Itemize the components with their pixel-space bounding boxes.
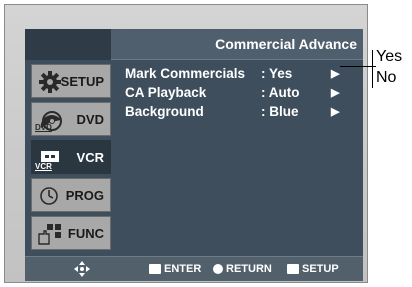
return-icon xyxy=(213,264,223,274)
sidebar-item-label: SETUP xyxy=(60,74,104,89)
sidebar-item-label: FUNC xyxy=(67,226,104,241)
callout-leader-line xyxy=(340,66,376,67)
callout-bracket-line xyxy=(372,50,373,88)
sidebar-item-label: PROG xyxy=(65,188,104,203)
menu-item-value: : Yes xyxy=(261,66,293,81)
callout-option-no: No xyxy=(376,69,397,86)
menu-item-label: CA Playback xyxy=(125,85,207,100)
arrow-right-icon: ▶ xyxy=(331,106,340,118)
title-left-block xyxy=(25,29,111,60)
menu-item-ca-playback[interactable]: CA Playback : Auto ▶ xyxy=(125,85,361,103)
enter-hint: ENTER xyxy=(149,263,201,275)
tv-frame: Commercial Advance SETUP DVD DVD VCR VCR… xyxy=(4,4,368,283)
vcr-badge: VCR xyxy=(35,162,52,171)
enter-label: ENTER xyxy=(164,263,202,275)
sidebar-item-label: DVD xyxy=(76,112,104,127)
menu-item-mark-commercials[interactable]: Mark Commercials : Yes ▶ xyxy=(125,66,361,84)
title-bar: Commercial Advance xyxy=(111,29,363,60)
arrow-right-icon: ▶ xyxy=(331,87,340,99)
menu-item-value: : Blue xyxy=(261,104,299,119)
sidebar: SETUP DVD DVD VCR VCR PROG FUNC xyxy=(25,60,111,256)
return-hint: RETURN xyxy=(213,263,272,275)
setup-label: SETUP xyxy=(302,263,339,275)
menu-item-label: Mark Commercials xyxy=(125,66,246,81)
return-label: RETURN xyxy=(226,263,272,275)
sidebar-item-vcr[interactable]: VCR VCR xyxy=(31,140,111,174)
setup-hint: SETUP xyxy=(287,263,339,275)
enter-icon xyxy=(149,264,161,274)
footer-hints: ENTER RETURN SETUP xyxy=(25,256,363,281)
menu-item-value: : Auto xyxy=(261,85,300,100)
sidebar-item-func[interactable]: FUNC xyxy=(31,216,111,250)
dvd-badge: DVD xyxy=(35,123,52,132)
arrow-right-icon: ▶ xyxy=(331,68,340,80)
page-title: Commercial Advance xyxy=(215,36,357,52)
clock-icon xyxy=(37,184,63,208)
sidebar-item-label: VCR xyxy=(76,150,104,165)
sidebar-item-prog[interactable]: PROG xyxy=(31,178,111,212)
navigation-pad-icon xyxy=(73,260,91,278)
function-icon xyxy=(37,222,63,246)
sidebar-item-dvd[interactable]: DVD DVD xyxy=(31,102,111,136)
callout-option-yes: Yes xyxy=(376,48,403,65)
gear-icon xyxy=(37,70,63,94)
sidebar-item-setup[interactable]: SETUP xyxy=(31,64,111,98)
menu-item-label: Background xyxy=(125,104,204,119)
osd-screen: Commercial Advance SETUP DVD DVD VCR VCR… xyxy=(25,29,363,281)
menu-item-background[interactable]: Background : Blue ▶ xyxy=(125,104,361,122)
setup-key-icon xyxy=(287,264,299,274)
